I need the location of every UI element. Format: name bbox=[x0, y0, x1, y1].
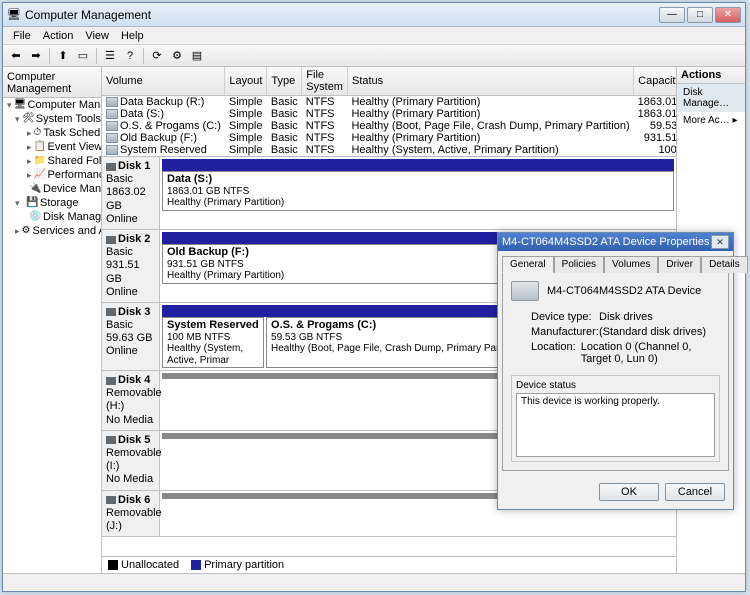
tab-driver[interactable]: Driver bbox=[658, 256, 701, 273]
menubar: File Action View Help bbox=[3, 27, 745, 45]
manufacturer-value: (Standard disk drives) bbox=[599, 326, 706, 338]
cancel-button[interactable]: Cancel bbox=[665, 483, 725, 501]
tab-general-body: M4-CT064M4SSD2 ATA Device Device type:Di… bbox=[502, 272, 729, 471]
column-header[interactable]: Status bbox=[347, 67, 633, 96]
device-status-group: Device status This device is working pro… bbox=[511, 375, 720, 462]
menu-view[interactable]: View bbox=[79, 30, 115, 42]
action-more-actions[interactable]: More Ac… ▸ bbox=[677, 112, 745, 129]
actions-header: Actions bbox=[677, 67, 745, 84]
up-button[interactable]: ⬆ bbox=[54, 47, 72, 65]
device-name: M4-CT064M4SSD2 ATA Device bbox=[547, 285, 701, 297]
show-hide-tree-button[interactable]: ▭ bbox=[74, 47, 92, 65]
column-header[interactable]: Layout bbox=[225, 67, 267, 96]
tree-performance[interactable]: ▸📈Performance bbox=[3, 168, 101, 182]
titlebar[interactable]: 🖥 Computer Management — □ ✕ bbox=[3, 3, 745, 27]
device-properties-dialog[interactable]: M4-CT064M4SSD2 ATA Device Properties ✕ G… bbox=[497, 232, 734, 510]
disk-row[interactable]: Disk 1Basic1863.02 GBOnlineData (S:)1863… bbox=[102, 157, 676, 230]
dialog-title: M4-CT064M4SSD2 ATA Device Properties bbox=[502, 236, 711, 248]
column-header[interactable]: Volume bbox=[102, 67, 225, 96]
location-value: Location 0 (Channel 0, Target 0, Lun 0) bbox=[581, 341, 720, 365]
device-type-value: Disk drives bbox=[599, 311, 653, 323]
help-button[interactable]: ? bbox=[121, 47, 139, 65]
app-icon: 🖥 bbox=[7, 8, 21, 22]
menu-action[interactable]: Action bbox=[37, 30, 80, 42]
toolbar: ⬅ ➡ ⬆ ▭ ☰ ? ⟳ ⚙ ▤ bbox=[3, 45, 745, 67]
menu-file[interactable]: File bbox=[7, 30, 37, 42]
disk-drive-icon bbox=[511, 281, 539, 301]
tree-shared-folders[interactable]: ▸📁Shared Folders bbox=[3, 154, 101, 168]
tree-disk-management[interactable]: 💿Disk Management bbox=[3, 210, 101, 224]
tab-general[interactable]: General bbox=[502, 256, 554, 273]
tree-header: Computer Management bbox=[3, 69, 101, 98]
dialog-tabs: General Policies Volumes Driver Details bbox=[498, 251, 733, 272]
dialog-close-button[interactable]: ✕ bbox=[711, 235, 729, 249]
settings-button[interactable]: ⚙ bbox=[168, 47, 186, 65]
volume-row[interactable]: Data Backup (R:)SimpleBasicNTFSHealthy (… bbox=[102, 96, 677, 109]
tree-system-tools[interactable]: ▾🛠System Tools bbox=[3, 112, 101, 126]
column-header[interactable]: Type bbox=[267, 67, 302, 96]
properties-button[interactable]: ☰ bbox=[101, 47, 119, 65]
forward-button[interactable]: ➡ bbox=[27, 47, 45, 65]
volume-row[interactable]: O.S. & Progams (C:)SimpleBasicNTFSHealth… bbox=[102, 120, 677, 132]
menu-help[interactable]: Help bbox=[115, 30, 150, 42]
window-title: Computer Management bbox=[25, 8, 659, 22]
column-header[interactable]: File System bbox=[302, 67, 348, 96]
action-disk-management[interactable]: Disk Manage… bbox=[677, 84, 745, 112]
partition[interactable]: System Reserved100 MB NTFSHealthy (Syste… bbox=[162, 317, 264, 368]
tab-volumes[interactable]: Volumes bbox=[604, 256, 658, 273]
legend: Unallocated Primary partition bbox=[102, 556, 676, 573]
ok-button[interactable]: OK bbox=[599, 483, 659, 501]
back-button[interactable]: ⬅ bbox=[7, 47, 25, 65]
maximize-button[interactable]: □ bbox=[687, 7, 713, 23]
statusbar bbox=[3, 573, 745, 589]
volume-row[interactable]: Data (S:)SimpleBasicNTFSHealthy (Primary… bbox=[102, 108, 677, 120]
tree-storage[interactable]: ▾💾Storage bbox=[3, 196, 101, 210]
list-button[interactable]: ▤ bbox=[188, 47, 206, 65]
partition[interactable]: Data (S:)1863.01 GB NTFSHealthy (Primary… bbox=[162, 171, 674, 211]
volume-row[interactable]: Old Backup (F:)SimpleBasicNTFSHealthy (P… bbox=[102, 132, 677, 144]
tree-event-viewer[interactable]: ▸📋Event Viewer bbox=[3, 140, 101, 154]
close-button[interactable]: ✕ bbox=[715, 7, 741, 23]
tree-root[interactable]: ▾🖥Computer Management bbox=[3, 98, 101, 112]
tree-device-manager[interactable]: 🔌Device Manager bbox=[3, 182, 101, 196]
volume-list[interactable]: VolumeLayoutTypeFile SystemStatusCapacit… bbox=[102, 67, 677, 156]
tab-details[interactable]: Details bbox=[701, 256, 748, 273]
navigation-tree[interactable]: Computer Management ▾🖥Computer Managemen… bbox=[3, 67, 102, 573]
dialog-titlebar[interactable]: M4-CT064M4SSD2 ATA Device Properties ✕ bbox=[498, 233, 733, 251]
column-header[interactable]: Capacity bbox=[634, 67, 677, 96]
tree-services[interactable]: ▸⚙Services and Applications bbox=[3, 224, 101, 238]
minimize-button[interactable]: — bbox=[659, 7, 685, 23]
refresh-button[interactable]: ⟳ bbox=[148, 47, 166, 65]
device-status-text[interactable]: This device is working properly. bbox=[516, 393, 715, 457]
volume-row[interactable]: System ReservedSimpleBasicNTFSHealthy (S… bbox=[102, 144, 677, 156]
tree-task-scheduler[interactable]: ▸⏱Task Scheduler bbox=[3, 126, 101, 140]
tab-policies[interactable]: Policies bbox=[554, 256, 604, 273]
